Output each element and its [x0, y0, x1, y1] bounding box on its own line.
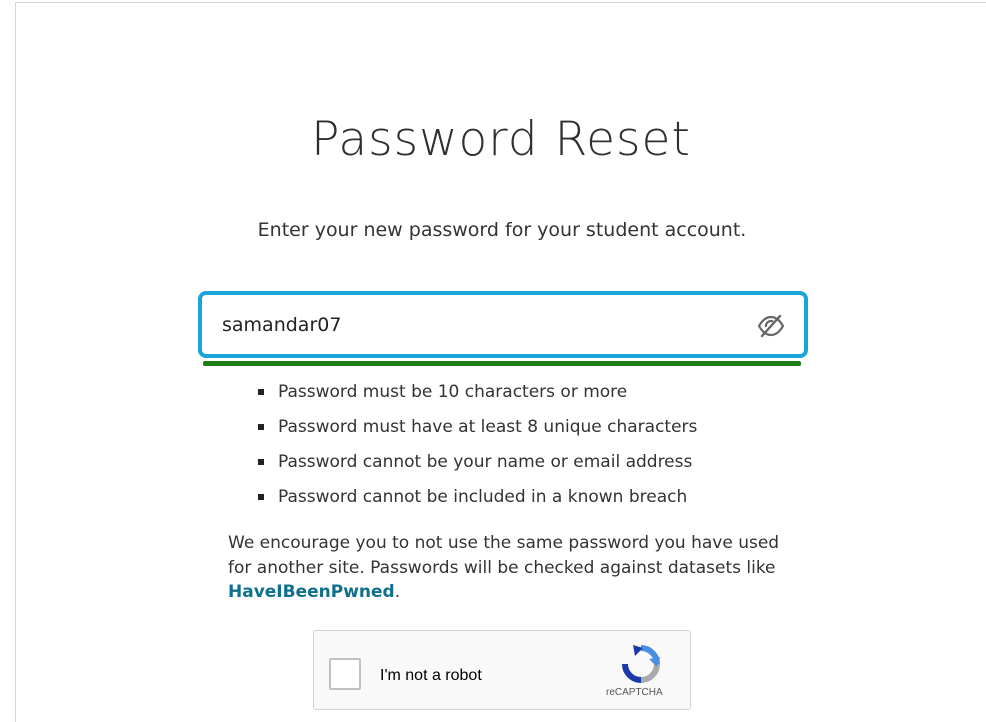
bullet-icon	[258, 424, 264, 430]
page-subtitle: Enter your new password for your student…	[257, 219, 747, 241]
bullet-icon	[258, 494, 264, 500]
list-item: Password must have at least 8 unique cha…	[258, 415, 697, 450]
password-field	[198, 291, 808, 358]
bullet-icon	[258, 459, 264, 465]
eye-slash-icon[interactable]	[756, 313, 786, 339]
list-item: Password must be 10 characters or more	[258, 380, 697, 415]
rule-text: Password cannot be included in a known b…	[278, 487, 688, 507]
rule-text: Password cannot be your name or email ad…	[278, 452, 693, 472]
encourage-text: We encourage you to not use the same pas…	[228, 533, 780, 578]
rule-text: Password must be 10 characters or more	[278, 382, 628, 402]
bullet-icon	[258, 389, 264, 395]
page-title: Password Reset	[311, 112, 691, 167]
password-input[interactable]	[222, 305, 742, 345]
password-strength-bar	[203, 361, 801, 366]
recaptcha-brand: reCAPTCHA	[606, 687, 663, 698]
haveibeenpwned-link[interactable]: HaveIBeenPwned	[228, 582, 395, 602]
encourage-note: We encourage you to not use the same pas…	[228, 531, 788, 605]
encourage-suffix: .	[394, 582, 401, 602]
recaptcha-label: I'm not a robot	[380, 667, 482, 684]
recaptcha-widget: I'm not a robot reCAPTCHA	[313, 630, 691, 710]
rule-text: Password must have at least 8 unique cha…	[278, 417, 698, 437]
list-item: Password cannot be your name or email ad…	[258, 450, 697, 485]
list-item: Password cannot be included in a known b…	[258, 485, 697, 520]
password-rules-list: Password must be 10 characters or more P…	[258, 380, 697, 520]
recaptcha-checkbox[interactable]	[329, 658, 361, 690]
recaptcha-logo-icon	[620, 643, 662, 685]
